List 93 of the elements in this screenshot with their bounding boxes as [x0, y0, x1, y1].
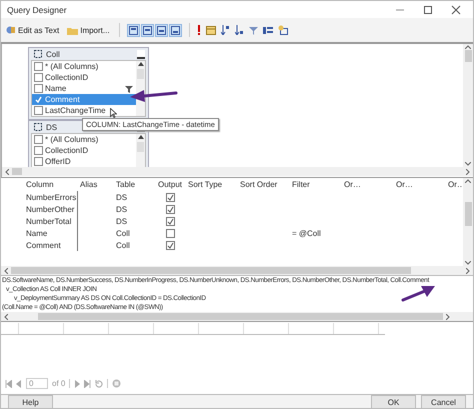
filter-icon[interactable]: [248, 25, 258, 35]
table-cell-text: Coll: [115, 228, 131, 239]
table-cell-text: NumberTotal: [25, 216, 72, 227]
scroll-right-icon[interactable]: [466, 268, 470, 274]
scroll-up-icon[interactable]: [138, 62, 144, 66]
scroll-up-icon[interactable]: [138, 135, 144, 139]
scroll-right-icon[interactable]: [446, 314, 450, 320]
edit-icon: [6, 25, 16, 35]
checkbox[interactable]: [34, 135, 43, 144]
output-checkbox[interactable]: [166, 192, 174, 202]
table-icon: [34, 50, 42, 58]
scroll-up-icon[interactable]: [465, 179, 471, 183]
column-header[interactable]: Or…: [393, 178, 445, 191]
column-item[interactable]: OfferID: [32, 156, 136, 167]
output-checkbox[interactable]: [166, 204, 174, 214]
output-checkbox[interactable]: [166, 216, 174, 226]
scroll-thumb[interactable]: [464, 202, 472, 226]
table-cell-text: DS: [115, 192, 128, 203]
scrollbar[interactable]: [1, 266, 473, 275]
scroll-thumb[interactable]: [137, 142, 144, 152]
folder-icon: [67, 25, 78, 35]
scroll-thumb[interactable]: [137, 69, 144, 79]
view-toggle-icon[interactable]: [168, 24, 182, 36]
column-item[interactable]: * (All Columns): [32, 61, 136, 72]
cancel-button[interactable]: Cancel: [421, 395, 466, 408]
page-count: of 0: [52, 379, 66, 388]
checkbox[interactable]: [34, 106, 43, 115]
ok-button[interactable]: OK: [371, 395, 416, 408]
scroll-down-icon[interactable]: [465, 162, 471, 166]
sort-ascending-icon[interactable]: [220, 25, 230, 35]
edit-as-text-button[interactable]: Edit as Text: [4, 24, 62, 36]
column-header[interactable]: Output: [155, 178, 185, 191]
scroll-left-icon[interactable]: [4, 314, 8, 320]
column-header[interactable]: Column: [23, 178, 77, 191]
checkbox[interactable]: [34, 157, 43, 166]
table-cell-text: Name: [25, 228, 48, 239]
column-header[interactable]: Filter: [289, 178, 341, 191]
column-header[interactable]: Sort Order: [237, 178, 289, 191]
maximize-icon[interactable]: [423, 4, 433, 14]
table-cell-text: Coll: [115, 240, 131, 251]
scroll-left-icon[interactable]: [5, 168, 9, 174]
view-toggle-icon[interactable]: [140, 24, 154, 36]
checkbox[interactable]: [34, 146, 43, 155]
view-toggle-icon[interactable]: [126, 24, 140, 36]
column-item[interactable]: CollectionID: [32, 145, 136, 156]
column-item[interactable]: * (All Columns): [32, 134, 136, 145]
scrollbar[interactable]: [463, 44, 473, 167]
scroll-up-icon[interactable]: [465, 45, 471, 49]
minimize-button[interactable]: [137, 50, 145, 58]
scroll-down-icon[interactable]: [465, 261, 471, 265]
close-icon[interactable]: [451, 4, 461, 14]
column-item[interactable]: LastChangeTime: [32, 105, 136, 116]
scroll-thumb[interactable]: [38, 313, 443, 320]
scrollbar[interactable]: [136, 134, 145, 167]
annotation-arrow: [130, 87, 178, 103]
columns-icon[interactable]: [262, 25, 273, 35]
table-cell-text: DS: [115, 216, 128, 227]
table-name: Coll: [46, 50, 60, 58]
output-checkbox[interactable]: [166, 240, 174, 250]
sort-descending-icon[interactable]: [234, 25, 244, 35]
help-button[interactable]: Help: [8, 395, 53, 408]
scroll-thumb[interactable]: [11, 267, 411, 274]
table-cell-text: DS: [115, 204, 128, 215]
scrollbar[interactable]: [2, 167, 473, 176]
checkbox[interactable]: [34, 84, 43, 93]
checkbox[interactable]: [34, 62, 43, 71]
table-icon: [34, 123, 42, 131]
scroll-thumb[interactable]: [464, 50, 472, 62]
annotation-arrow: [401, 285, 435, 303]
scroll-thumb[interactable]: [12, 168, 22, 175]
column-header[interactable]: Or…: [341, 178, 393, 191]
table-icon[interactable]: [206, 25, 216, 35]
column-header[interactable]: Table: [113, 178, 155, 191]
import-button[interactable]: Import...: [65, 24, 112, 36]
table-cell: = @Coll: [292, 228, 321, 238]
exclamation-icon[interactable]: [196, 25, 201, 35]
table-cell-text: NumberErrors: [25, 192, 77, 203]
column-header[interactable]: Or…: [445, 178, 463, 191]
table-cell-text: Comment: [25, 240, 62, 251]
scrollbar[interactable]: [463, 178, 473, 266]
column-header[interactable]: Sort Type: [185, 178, 237, 191]
view-toggle-icon[interactable]: [154, 24, 168, 36]
column-item[interactable]: Name: [32, 83, 136, 94]
column-item[interactable]: CollectionID: [32, 72, 136, 83]
scroll-right-icon[interactable]: [466, 168, 470, 174]
column-header[interactable]: Alias: [77, 178, 113, 191]
table-cell-text: NumberOther: [25, 204, 76, 215]
scroll-left-icon[interactable]: [4, 268, 8, 274]
add-table-icon[interactable]: [278, 25, 288, 35]
table-name: DS: [46, 122, 58, 132]
output-checkbox[interactable]: [166, 228, 174, 238]
checkbox[interactable]: [34, 73, 43, 82]
window-title: Query Designer: [7, 4, 67, 14]
